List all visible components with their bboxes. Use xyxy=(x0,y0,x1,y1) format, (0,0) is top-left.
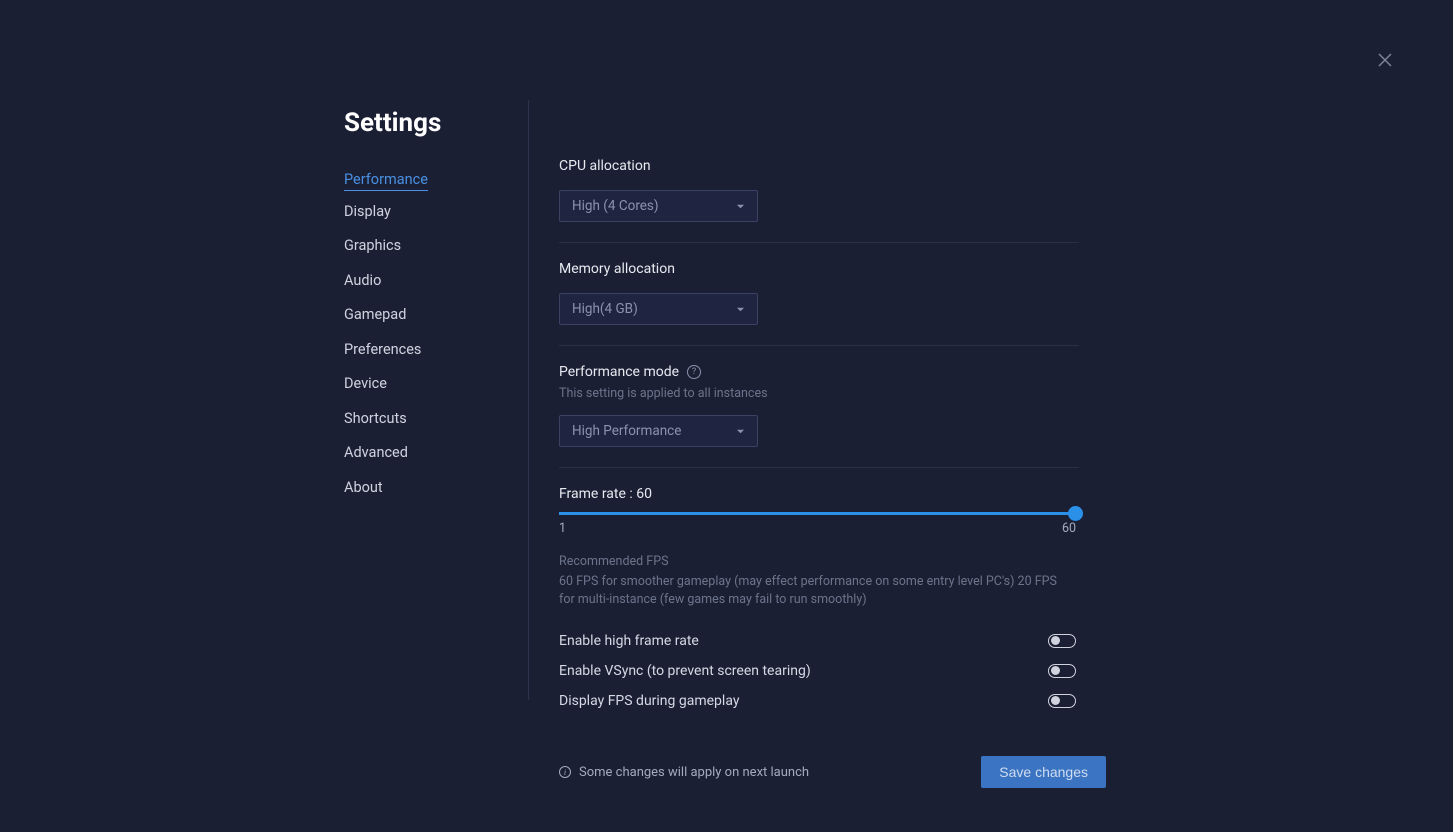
cpu-allocation-label: CPU allocation xyxy=(559,158,1079,174)
framerate-min: 1 xyxy=(559,521,566,536)
page-title: Settings xyxy=(344,108,441,138)
framerate-max: 60 xyxy=(1062,521,1076,536)
recommended-fps-title: Recommended FPS xyxy=(559,554,1079,569)
sidebar-item-preferences[interactable]: Preferences xyxy=(344,335,421,364)
sidebar-item-performance[interactable]: Performance xyxy=(344,165,428,191)
display-fps-toggle[interactable] xyxy=(1048,694,1076,708)
framerate-slider-thumb[interactable] xyxy=(1068,506,1083,521)
settings-content: CPU allocation High (4 Cores) Memory all… xyxy=(529,100,1079,788)
help-icon[interactable]: ? xyxy=(687,365,701,379)
display-fps-label: Display FPS during gameplay xyxy=(559,693,739,709)
cpu-allocation-select[interactable]: High (4 Cores) xyxy=(559,190,758,222)
sidebar-item-device[interactable]: Device xyxy=(344,369,387,398)
sidebar-item-display[interactable]: Display xyxy=(344,197,391,226)
chevron-down-icon xyxy=(736,427,745,436)
memory-allocation-label: Memory allocation xyxy=(559,261,1079,277)
chevron-down-icon xyxy=(736,202,745,211)
close-icon xyxy=(1377,52,1393,68)
enable-vsync-toggle[interactable] xyxy=(1048,664,1076,678)
framerate-slider[interactable] xyxy=(559,512,1076,515)
performance-mode-select[interactable]: High Performance xyxy=(559,415,758,447)
sidebar-item-shortcuts[interactable]: Shortcuts xyxy=(344,404,407,433)
sidebar-item-gamepad[interactable]: Gamepad xyxy=(344,300,406,329)
sidebar-item-graphics[interactable]: Graphics xyxy=(344,231,401,260)
framerate-label: Frame rate : 60 xyxy=(559,486,1079,502)
save-changes-button[interactable]: Save changes xyxy=(981,756,1106,788)
memory-allocation-value: High(4 GB) xyxy=(572,301,638,317)
sidebar-item-advanced[interactable]: Advanced xyxy=(344,438,408,467)
performance-mode-value: High Performance xyxy=(572,423,681,439)
memory-allocation-select[interactable]: High(4 GB) xyxy=(559,293,758,325)
info-icon: i xyxy=(559,766,571,778)
performance-mode-sublabel: This setting is applied to all instances xyxy=(559,386,1079,401)
sidebar-item-audio[interactable]: Audio xyxy=(344,266,381,295)
recommended-fps-text: 60 FPS for smoother gameplay (may effect… xyxy=(559,573,1069,608)
sidebar-item-about[interactable]: About xyxy=(344,473,383,502)
enable-high-framerate-label: Enable high frame rate xyxy=(559,633,699,649)
footer-message: i Some changes will apply on next launch xyxy=(559,765,809,780)
close-button[interactable] xyxy=(1375,50,1395,70)
cpu-allocation-value: High (4 Cores) xyxy=(572,198,659,214)
chevron-down-icon xyxy=(736,305,745,314)
performance-mode-label: Performance mode ? xyxy=(559,364,1079,380)
enable-high-framerate-toggle[interactable] xyxy=(1048,634,1076,648)
enable-vsync-label: Enable VSync (to prevent screen tearing) xyxy=(559,663,811,679)
settings-sidebar: Performance Display Graphics Audio Gamep… xyxy=(344,100,529,700)
